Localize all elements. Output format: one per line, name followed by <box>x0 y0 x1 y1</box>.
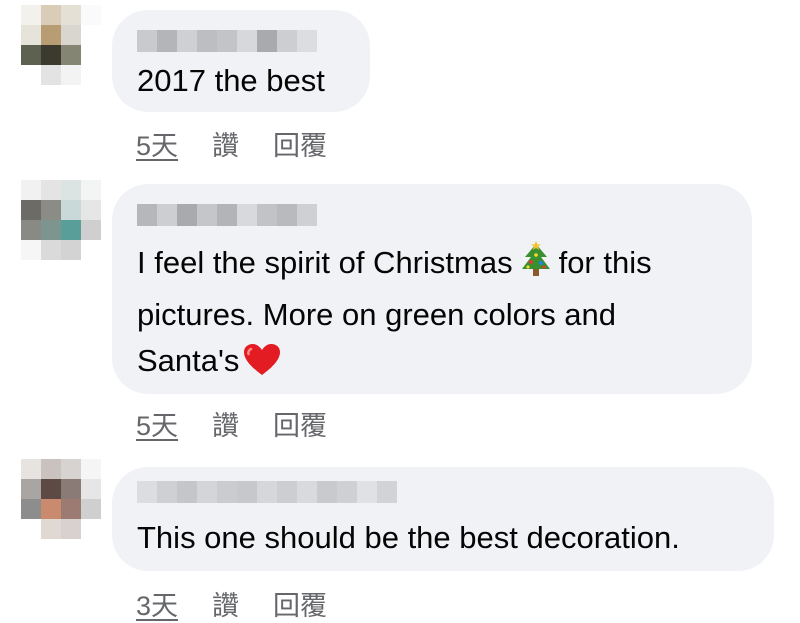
comment-actions: 3天 讚 回覆 <box>136 584 327 623</box>
author-name-censored[interactable] <box>137 204 317 226</box>
avatar[interactable] <box>21 459 101 539</box>
comment-actions: 5天 讚 回覆 <box>136 124 327 163</box>
author-name-censored[interactable] <box>137 481 397 503</box>
timestamp-link[interactable]: 3天 <box>136 584 178 623</box>
comment-text: 2017 the best <box>137 63 325 98</box>
timestamp-link[interactable]: 5天 <box>136 124 178 163</box>
avatar[interactable] <box>21 180 101 260</box>
avatar[interactable] <box>21 5 101 85</box>
comments-thread: 2017 the best 5天 讚 回覆 I feel the spirit … <box>0 0 800 623</box>
comment-text-part-1: I feel the spirit of Christmas <box>137 245 513 280</box>
like-button[interactable]: 讚 <box>212 404 239 443</box>
comment-text: I feel the spirit of Christmas for this p… <box>137 240 652 390</box>
timestamp-link[interactable]: 5天 <box>136 404 178 443</box>
like-button[interactable]: 讚 <box>212 124 239 163</box>
author-name-censored[interactable] <box>137 30 317 52</box>
reply-button[interactable]: 回覆 <box>273 124 327 163</box>
comment-actions: 5天 讚 回覆 <box>136 404 327 443</box>
reply-button[interactable]: 回覆 <box>273 404 327 443</box>
comment-bubble: 2017 the best <box>112 10 370 112</box>
reply-button[interactable]: 回覆 <box>273 584 327 623</box>
comment-text: This one should be the best decoration. <box>137 520 680 555</box>
christmas-tree-icon <box>519 241 553 292</box>
red-heart-icon <box>243 343 281 390</box>
like-button[interactable]: 讚 <box>212 584 239 623</box>
comment-bubble: This one should be the best decoration. <box>112 467 774 571</box>
comment-bubble: I feel the spirit of Christmas for this p… <box>112 184 752 394</box>
